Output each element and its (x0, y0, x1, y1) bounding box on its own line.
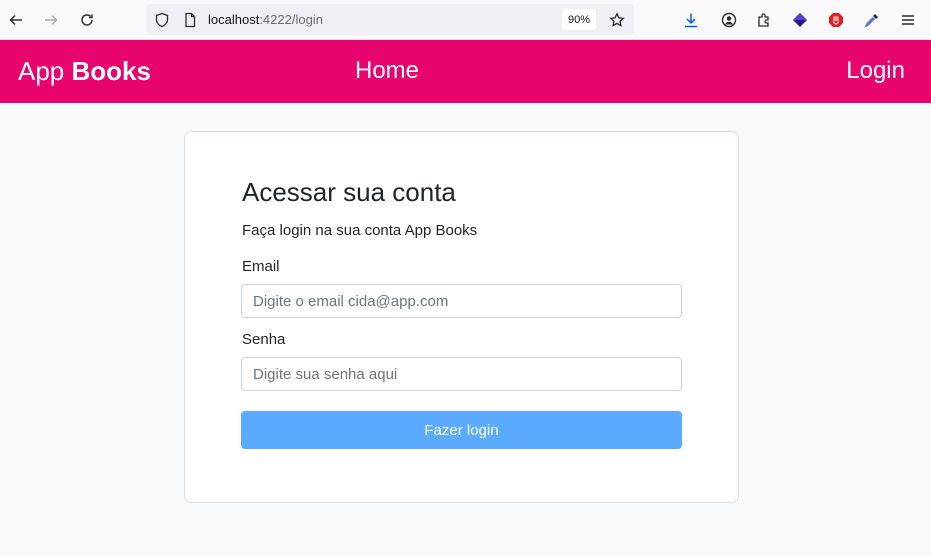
brand-text-light: App (18, 56, 65, 86)
account-icon[interactable] (717, 8, 741, 32)
page-subtitle: Faça login na sua conta App Books (242, 222, 478, 239)
extension-shield-icon[interactable] (824, 8, 848, 32)
menu-icon[interactable] (896, 8, 920, 32)
login-card: Acessar sua conta Faça login na sua cont… (184, 131, 739, 503)
page-icon[interactable] (178, 8, 202, 32)
browser-toolbar: localhost:4222/login 90% (0, 0, 931, 40)
extension-diamond-icon[interactable] (788, 8, 812, 32)
forward-arrow-icon[interactable] (39, 8, 63, 32)
password-field[interactable] (241, 357, 682, 391)
address-bar[interactable]: localhost:4222/login 90% (146, 4, 634, 35)
page-title: Acessar sua conta (242, 177, 456, 207)
login-button[interactable]: Fazer login (241, 411, 682, 449)
reload-icon[interactable] (75, 8, 99, 32)
shield-icon[interactable] (150, 8, 174, 32)
app-navbar: App Books Home Login (0, 40, 931, 103)
nav-login-link[interactable]: Login (846, 55, 905, 87)
star-icon[interactable] (605, 8, 629, 32)
extensions-icon[interactable] (752, 8, 776, 32)
password-label: Senha (242, 331, 286, 348)
brand-logo[interactable]: App Books (18, 55, 151, 87)
email-field[interactable] (241, 284, 682, 318)
nav-home-link[interactable]: Home (355, 55, 419, 87)
url-path: :4222/login (259, 12, 323, 27)
url-text[interactable]: localhost:4222/login (208, 12, 323, 27)
brand-text-bold: Books (71, 56, 151, 86)
email-label: Email (242, 258, 280, 275)
back-arrow-icon[interactable] (4, 8, 28, 32)
url-host: localhost (208, 12, 260, 27)
download-icon[interactable] (679, 8, 703, 32)
eyedropper-icon[interactable] (860, 8, 884, 32)
zoom-level-badge[interactable]: 90% (562, 9, 596, 30)
